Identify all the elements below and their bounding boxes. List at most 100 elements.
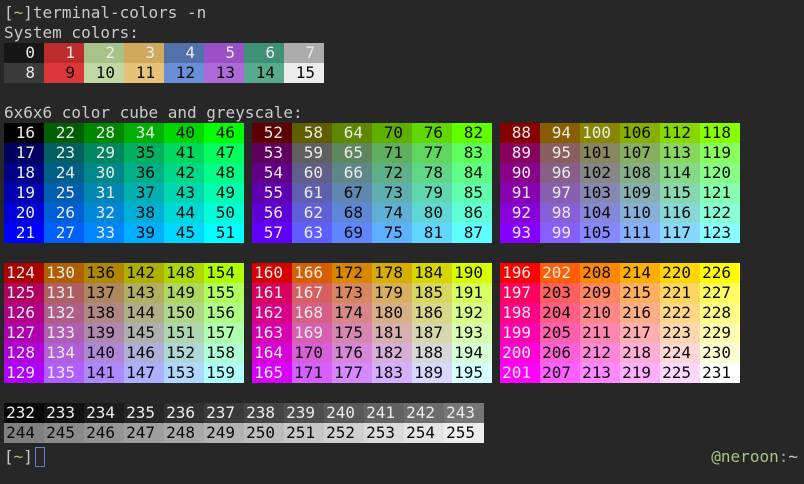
- color-row: 161167173179185191: [252, 283, 492, 303]
- color-cell-178: 178: [372, 263, 412, 283]
- color-cell-217: 217: [620, 323, 660, 343]
- color-row: 198204210216222228: [500, 303, 740, 323]
- color-cell-155: 155: [204, 283, 244, 303]
- blank-line: [4, 383, 804, 403]
- color-cell-229: 229: [700, 323, 740, 343]
- color-cell-60: 60: [292, 163, 332, 183]
- color-cell-174: 174: [332, 303, 372, 323]
- color-cell-159: 159: [204, 363, 244, 383]
- color-cell-209: 209: [580, 283, 620, 303]
- cube-block-88-123: 8894100106112118899510110711311990961021…: [500, 123, 740, 243]
- color-cell-192: 192: [452, 303, 492, 323]
- color-cell-253: 253: [364, 423, 404, 443]
- bottom-prompt: [~]: [4, 447, 45, 467]
- color-cell-141: 141: [84, 363, 124, 383]
- terminal-cursor: [35, 447, 45, 467]
- prompt-bracket-open: [: [4, 447, 14, 466]
- color-cell-9: 9: [44, 63, 84, 83]
- color-cell-190: 190: [452, 263, 492, 283]
- color-cell-183: 183: [372, 363, 412, 383]
- color-row: 125131137143149155: [4, 283, 244, 303]
- color-cell-118: 118: [700, 123, 740, 143]
- color-cell-22: 22: [44, 123, 84, 143]
- cube-block-row-1: 1622283440461723293541471824303642481925…: [4, 123, 804, 243]
- color-cell-3: 3: [124, 43, 164, 63]
- color-cell-84: 84: [452, 163, 492, 183]
- color-cell-78: 78: [412, 163, 452, 183]
- color-cell-182: 182: [372, 343, 412, 363]
- color-cell-152: 152: [164, 343, 204, 363]
- color-cell-62: 62: [292, 203, 332, 223]
- color-cell-59: 59: [292, 143, 332, 163]
- color-cell-46: 46: [204, 123, 244, 143]
- color-cell-162: 162: [252, 303, 292, 323]
- color-cell-169: 169: [292, 323, 332, 343]
- color-cell-55: 55: [252, 183, 292, 203]
- color-cell-194: 194: [452, 343, 492, 363]
- color-cell-75: 75: [372, 223, 412, 243]
- color-cell-37: 37: [124, 183, 164, 203]
- color-cell-167: 167: [292, 283, 332, 303]
- color-row: 126132138144150156: [4, 303, 244, 323]
- color-cell-130: 130: [44, 263, 84, 283]
- color-cell-29: 29: [84, 143, 124, 163]
- color-cell-168: 168: [292, 303, 332, 323]
- color-cell-245: 245: [44, 423, 84, 443]
- color-cell-164: 164: [252, 343, 292, 363]
- color-cell-243: 243: [444, 403, 484, 423]
- color-cell-100: 100: [580, 123, 620, 143]
- color-row: 9298104110116122: [500, 203, 740, 223]
- color-cell-4: 4: [164, 43, 204, 63]
- color-cell-147: 147: [124, 363, 164, 383]
- color-cell-177: 177: [332, 363, 372, 383]
- color-row: 128134140146152158: [4, 343, 244, 363]
- color-row: 9399105111117123: [500, 223, 740, 243]
- color-cell-191: 191: [452, 283, 492, 303]
- color-row: 162168174180186192: [252, 303, 492, 323]
- color-cell-8: 8: [4, 63, 44, 83]
- color-cell-116: 116: [660, 203, 700, 223]
- color-cell-12: 12: [164, 63, 204, 83]
- color-cell-19: 19: [4, 183, 44, 203]
- color-cell-202: 202: [540, 263, 580, 283]
- color-cell-7: 7: [284, 43, 324, 63]
- prompt-line: [~]terminal-colors -n: [4, 3, 804, 23]
- color-cell-198: 198: [500, 303, 540, 323]
- color-cell-30: 30: [84, 163, 124, 183]
- color-row: 9096102108114120: [500, 163, 740, 183]
- color-cell-127: 127: [4, 323, 44, 343]
- color-cell-36: 36: [124, 163, 164, 183]
- color-cell-189: 189: [412, 363, 452, 383]
- color-cell-201: 201: [500, 363, 540, 383]
- color-row: 535965717783: [252, 143, 492, 163]
- color-cell-131: 131: [44, 283, 84, 303]
- color-cell-111: 111: [620, 223, 660, 243]
- color-cell-231: 231: [700, 363, 740, 383]
- color-cell-70: 70: [372, 123, 412, 143]
- color-cell-205: 205: [540, 323, 580, 343]
- color-cell-64: 64: [332, 123, 372, 143]
- color-cell-153: 153: [164, 363, 204, 383]
- color-row: 199205211217223229: [500, 323, 740, 343]
- color-cell-91: 91: [500, 183, 540, 203]
- color-cell-69: 69: [332, 223, 372, 243]
- color-cell-129: 129: [4, 363, 44, 383]
- system-colors-grid: 0123456789101112131415: [4, 43, 804, 83]
- color-cell-138: 138: [84, 303, 124, 323]
- terminal-screen[interactable]: [~]terminal-colors -n System colors: 012…: [0, 0, 804, 484]
- color-row: 127133139145151157: [4, 323, 244, 343]
- cube-block-196-231: 1962022082142202261972032092152212271982…: [500, 263, 740, 383]
- color-cell-157: 157: [204, 323, 244, 343]
- color-cell-215: 215: [620, 283, 660, 303]
- greyscale-grid: 2322332342352362372382392402412422432442…: [4, 403, 804, 443]
- color-cell-244: 244: [4, 423, 44, 443]
- color-row: 163169175181187193: [252, 323, 492, 343]
- color-cell-216: 216: [620, 303, 660, 323]
- color-cell-66: 66: [332, 163, 372, 183]
- color-cell-195: 195: [452, 363, 492, 383]
- color-cell-0: 0: [4, 43, 44, 63]
- color-cell-151: 151: [164, 323, 204, 343]
- color-cell-249: 249: [204, 423, 244, 443]
- cube-block-160-195: 1601661721781841901611671731791851911621…: [252, 263, 492, 383]
- color-cell-88: 88: [500, 123, 540, 143]
